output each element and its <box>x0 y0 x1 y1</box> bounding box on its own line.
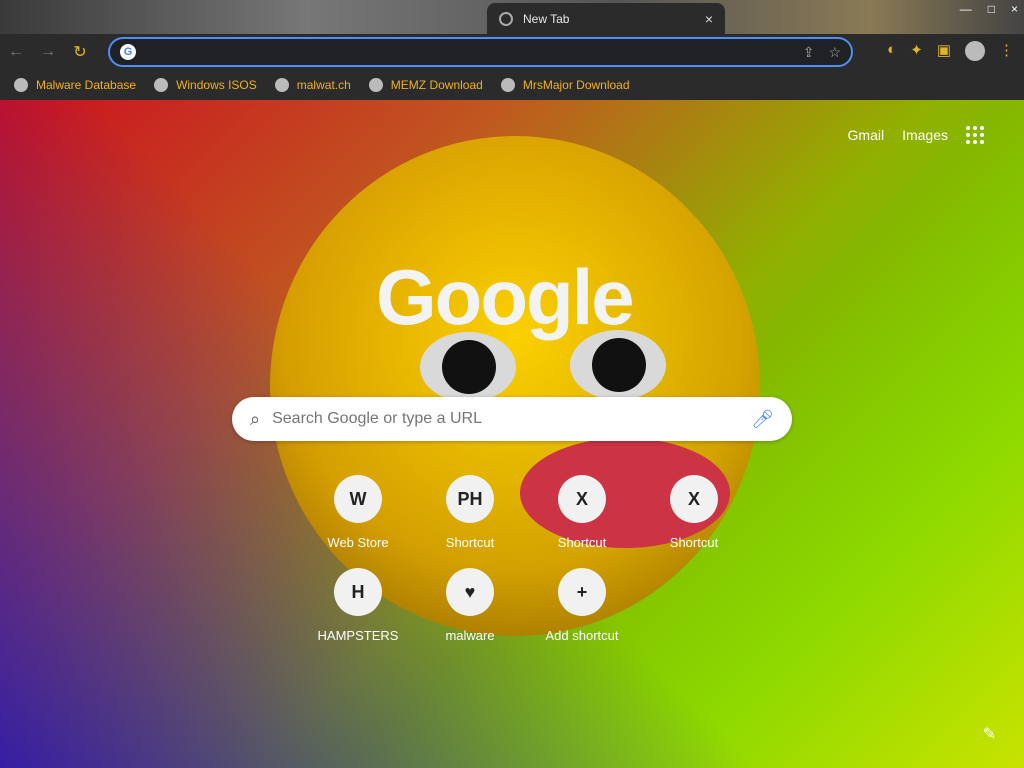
profile-flag-icon[interactable]: ◐ <box>887 41 896 61</box>
globe-icon <box>368 78 383 92</box>
shortcut-icon: H <box>334 568 382 616</box>
google-top-links: Gmail Images <box>848 126 984 144</box>
bookmark-item[interactable]: MrsMajor Download <box>500 78 630 92</box>
tab-title: New Tab <box>523 11 570 26</box>
tab-favicon-icon <box>499 11 513 26</box>
bookmark-star-icon[interactable]: ☆ <box>828 44 841 61</box>
close-tab-icon[interactable]: × <box>705 11 713 27</box>
new-tab-page: Gmail Images Google ⌕ 🎤︎ W Web Store PH Sh… <box>0 100 1024 768</box>
google-icon: G <box>120 44 136 60</box>
close-window-icon[interactable]: × <box>1011 2 1018 16</box>
minimize-icon[interactable]: — <box>960 2 972 16</box>
bookmark-item[interactable]: Malware Database <box>14 78 136 92</box>
search-icon: ⌕ <box>250 408 261 429</box>
shortcut-tile[interactable]: X Shortcut <box>638 475 750 550</box>
globe-icon <box>14 78 28 92</box>
shortcut-label: Add shortcut <box>545 628 619 643</box>
bookmark-label: malwat.ch <box>296 78 351 92</box>
tab-new-tab[interactable]: New Tab × <box>487 3 725 34</box>
share-icon[interactable]: ⇪ <box>803 44 815 61</box>
search-input[interactable] <box>272 410 752 428</box>
extensions-icon[interactable]: ✦ <box>910 41 923 61</box>
microphone-icon[interactable]: 🎤︎ <box>751 409 774 430</box>
shortcut-label: Shortcut <box>669 535 719 550</box>
browser-window: New Tab × — □ × ← → ↻ G ⇪ ☆ ◐ ✦ ▣ ⋮ Malw… <box>0 0 1024 768</box>
window-controls: — □ × <box>960 2 1018 16</box>
side-panel-icon[interactable]: ▣ <box>937 41 951 61</box>
apps-grid-icon[interactable] <box>966 126 984 144</box>
pupil <box>592 338 646 392</box>
gmail-link[interactable]: Gmail <box>848 127 885 143</box>
bookmark-label: MEMZ Download <box>390 78 483 92</box>
add-shortcut-tile[interactable]: + Add shortcut <box>526 568 638 643</box>
bookmark-item[interactable]: Windows ISOS <box>154 78 257 92</box>
shortcut-tile[interactable]: ♥ malware <box>414 568 526 643</box>
plus-icon: + <box>558 568 606 616</box>
shortcut-icon: X <box>670 475 718 523</box>
avatar[interactable] <box>965 41 985 61</box>
title-bar: New Tab × — □ × <box>0 0 1024 34</box>
customize-pencil-icon[interactable]: ✎ <box>983 724 996 744</box>
shortcut-tile[interactable]: H HAMPSTERS <box>302 568 414 643</box>
bookmark-item[interactable]: MEMZ Download <box>368 78 483 92</box>
shortcut-label: malware <box>445 628 495 643</box>
menu-icon[interactable]: ⋮ <box>999 41 1014 61</box>
bookmark-label: Windows ISOS <box>176 78 257 92</box>
toolbar-actions: ◐ ✦ ▣ ⋮ <box>887 41 1014 61</box>
reload-icon[interactable]: ↻ <box>64 42 96 62</box>
shortcut-tile[interactable]: W Web Store <box>302 475 414 550</box>
omnibox[interactable]: G ⇪ ☆ <box>108 37 853 67</box>
images-link[interactable]: Images <box>902 127 948 143</box>
shortcut-label: HAMPSTERS <box>317 628 399 643</box>
google-logo: Google <box>376 253 635 341</box>
shortcut-icon: PH <box>446 475 494 523</box>
bookmark-label: Malware Database <box>36 78 137 92</box>
search-box[interactable]: ⌕ 🎤︎ <box>232 397 792 441</box>
shortcut-tile[interactable]: X Shortcut <box>526 475 638 550</box>
toolbar: ← → ↻ G ⇪ ☆ ◐ ✦ ▣ ⋮ <box>0 34 1024 70</box>
shortcut-label: Web Store <box>327 535 389 550</box>
back-icon[interactable]: ← <box>0 43 32 61</box>
shortcut-label: Shortcut <box>445 535 495 550</box>
shortcut-grid: W Web Store PH Shortcut X Shortcut X Shortcu… <box>302 475 722 643</box>
address-input[interactable] <box>144 44 789 60</box>
bookmark-item[interactable]: malwat.ch <box>274 78 351 92</box>
site-icon <box>274 78 289 92</box>
heart-icon <box>500 78 515 92</box>
forward-icon[interactable]: → <box>32 43 64 61</box>
restore-icon[interactable]: □ <box>988 2 995 16</box>
shortcut-label: Shortcut <box>557 535 607 550</box>
pupil <box>442 340 496 394</box>
bookmarks-bar: Malware Database Windows ISOS malwat.ch … <box>0 70 1024 100</box>
shortcut-icon: ♥ <box>446 568 494 616</box>
shortcut-tile[interactable]: PH Shortcut <box>414 475 526 550</box>
globe-icon <box>154 78 169 92</box>
bookmark-label: MrsMajor Download <box>522 78 630 92</box>
shortcut-icon: W <box>334 475 382 523</box>
shortcut-icon: X <box>558 475 606 523</box>
